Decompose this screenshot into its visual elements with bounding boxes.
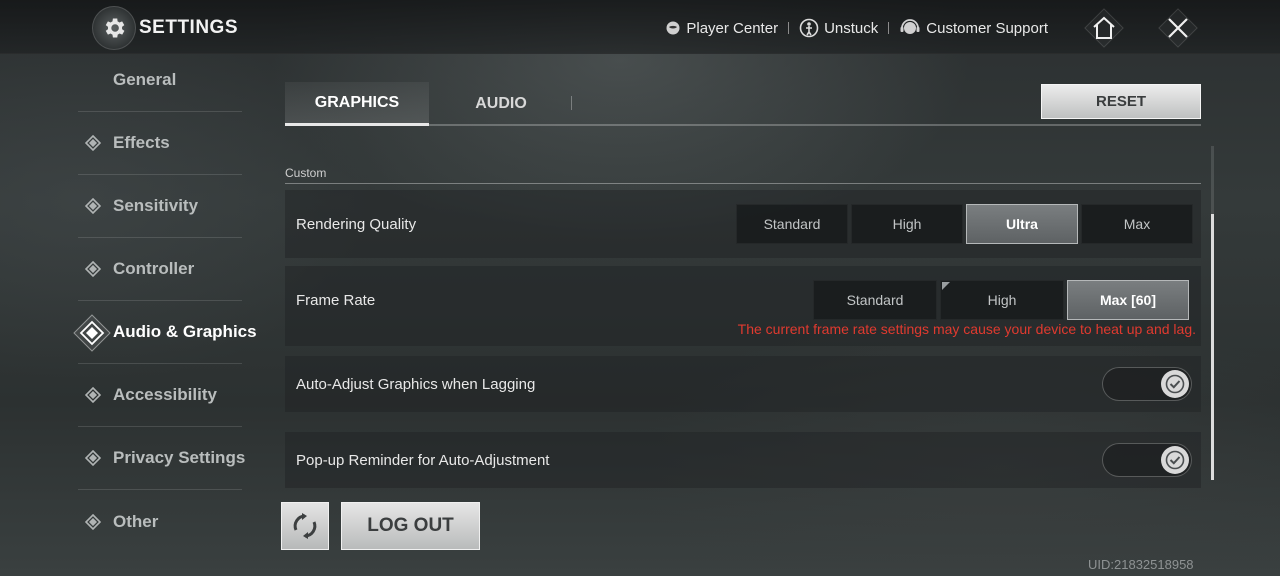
sidebar-item-label: Audio & Graphics bbox=[113, 322, 257, 341]
player-center-link[interactable]: Player Center bbox=[665, 20, 778, 37]
sidebar-item-label: Controller bbox=[113, 259, 195, 278]
frame-rate-max[interactable]: Max [60] bbox=[1067, 280, 1189, 320]
frame-rate-label: Frame Rate bbox=[296, 292, 376, 309]
customer-support-icon bbox=[900, 19, 920, 34]
diamond-bullet-icon bbox=[85, 387, 101, 403]
reset-button[interactable]: RESET bbox=[1041, 84, 1201, 119]
sidebar-item-label: Sensitivity bbox=[113, 196, 199, 215]
refresh-button[interactable] bbox=[281, 502, 329, 550]
home-button[interactable] bbox=[1078, 8, 1130, 48]
home-icon bbox=[1093, 16, 1115, 39]
sidebar-item-controller[interactable]: Controller bbox=[78, 238, 242, 301]
rendering-quality-high[interactable]: High bbox=[851, 204, 963, 244]
player-center-icon bbox=[666, 21, 680, 35]
section-divider bbox=[285, 183, 1201, 184]
top-links: Player Center Unstuck Customer Support bbox=[665, 14, 1048, 42]
logout-button[interactable]: LOG OUT bbox=[341, 502, 480, 550]
sidebar-item-accessibility[interactable]: Accessibility bbox=[78, 364, 242, 427]
top-bar: SETTINGS Player Center Unstuck Customer … bbox=[0, 0, 1280, 54]
frame-rate-standard[interactable]: Standard bbox=[813, 280, 937, 320]
refresh-icon bbox=[293, 513, 317, 539]
rendering-quality-selector: Standard High Ultra Max bbox=[736, 204, 1193, 244]
frame-rate-high[interactable]: High bbox=[940, 280, 1064, 320]
gear-icon bbox=[92, 6, 136, 50]
frame-rate-selector: Standard High Max [60] bbox=[813, 280, 1189, 320]
diamond-bullet-icon bbox=[85, 261, 101, 277]
scrollbar[interactable] bbox=[1211, 146, 1214, 480]
diamond-bullet-icon bbox=[85, 450, 101, 466]
diamond-bullet-icon bbox=[85, 135, 101, 151]
rendering-quality-label: Rendering Quality bbox=[296, 216, 417, 233]
sidebar-item-label: General bbox=[113, 70, 177, 89]
rendering-quality-standard[interactable]: Standard bbox=[736, 204, 848, 244]
corner-marker-icon bbox=[942, 282, 950, 290]
sidebar-item-general[interactable]: General bbox=[78, 54, 242, 112]
divider bbox=[788, 22, 790, 34]
scrollbar-thumb[interactable] bbox=[1211, 214, 1214, 480]
tab-divider bbox=[571, 96, 572, 110]
sidebar-item-other[interactable]: Other bbox=[78, 490, 242, 553]
rendering-quality-ultra[interactable]: Ultra bbox=[966, 204, 1078, 244]
section-label: Custom bbox=[285, 166, 327, 180]
rendering-quality-max[interactable]: Max bbox=[1081, 204, 1193, 244]
popup-reminder-toggle[interactable] bbox=[1102, 443, 1192, 477]
sidebar-item-label: Other bbox=[113, 511, 159, 531]
auto-adjust-toggle[interactable] bbox=[1102, 367, 1192, 401]
player-center-label: Player Center bbox=[686, 19, 779, 37]
close-button[interactable] bbox=[1152, 8, 1204, 48]
sidebar-item-sensitivity[interactable]: Sensitivity bbox=[78, 175, 242, 238]
divider bbox=[888, 22, 890, 34]
tab-audio[interactable]: AUDIO bbox=[429, 82, 573, 126]
popup-reminder-row: Pop-up Reminder for Auto-Adjustment bbox=[285, 432, 1201, 488]
active-diamond-icon bbox=[73, 314, 111, 352]
settings-header: SETTINGS bbox=[92, 6, 238, 50]
frame-rate-high-label: High bbox=[987, 292, 1017, 308]
page-title: SETTINGS bbox=[139, 17, 239, 38]
sidebar-item-label: Accessibility bbox=[113, 385, 217, 404]
customer-support-label: Customer Support bbox=[926, 19, 1048, 37]
sidebar-item-label: Privacy Settings bbox=[113, 448, 246, 467]
sidebar-item-label: Effects bbox=[113, 133, 170, 152]
diamond-bullet-icon bbox=[85, 198, 101, 214]
unstuck-link[interactable]: Unstuck bbox=[799, 18, 878, 38]
sidebar-item-audio-graphics[interactable]: Audio & Graphics bbox=[73, 301, 257, 364]
tab-graphics[interactable]: GRAPHICS bbox=[285, 82, 429, 126]
sidebar-item-privacy-settings[interactable]: Privacy Settings bbox=[78, 427, 246, 490]
unstuck-label: Unstuck bbox=[824, 19, 879, 37]
checkmark-icon bbox=[1161, 446, 1189, 474]
diamond-bullet-icon bbox=[85, 513, 101, 530]
checkmark-icon bbox=[1161, 370, 1189, 398]
auto-adjust-label: Auto-Adjust Graphics when Lagging bbox=[296, 376, 536, 393]
auto-adjust-row: Auto-Adjust Graphics when Lagging bbox=[285, 356, 1201, 412]
popup-reminder-label: Pop-up Reminder for Auto-Adjustment bbox=[296, 452, 550, 469]
frame-rate-warning: The current frame rate settings may caus… bbox=[737, 321, 1196, 337]
rendering-quality-row: Rendering Quality Standard High Ultra Ma… bbox=[285, 190, 1201, 258]
close-icon bbox=[1168, 18, 1188, 38]
customer-support-link[interactable]: Customer Support bbox=[899, 18, 1048, 38]
sidebar-item-effects[interactable]: Effects bbox=[78, 112, 242, 175]
uid-label: UID:21832518958 bbox=[1088, 557, 1194, 572]
unstuck-icon bbox=[799, 18, 819, 38]
